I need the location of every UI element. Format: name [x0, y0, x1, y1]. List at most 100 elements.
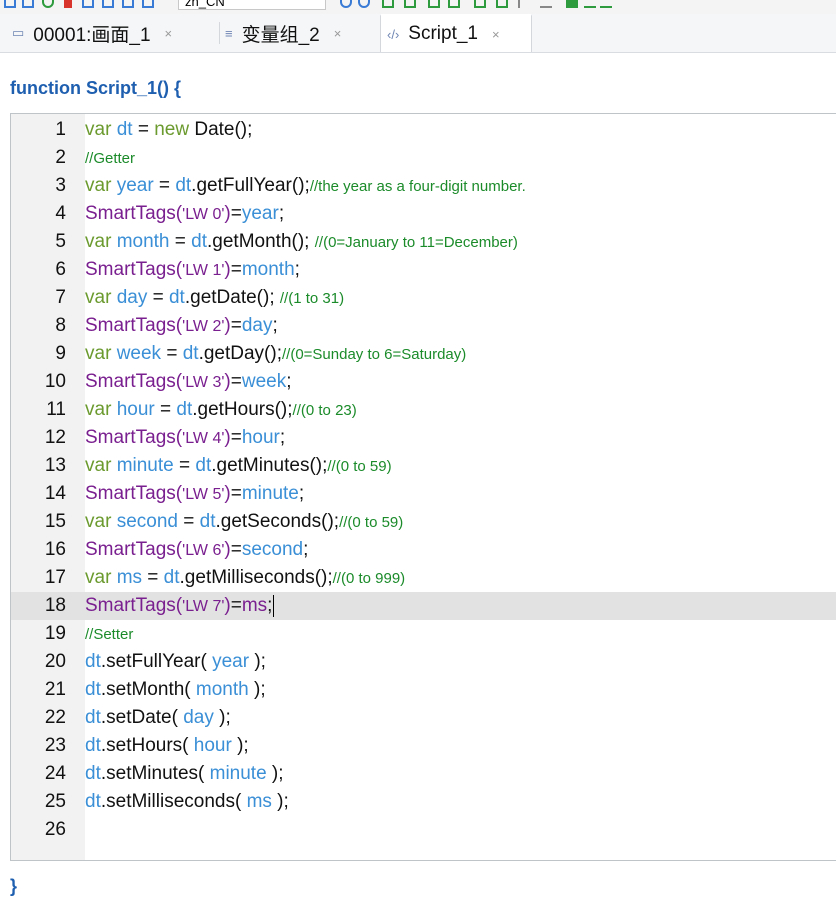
screen-icon[interactable] — [122, 0, 134, 8]
code-text[interactable]: //Setter — [85, 620, 133, 648]
code-text[interactable]: dt.setMilliseconds( ms ); — [85, 788, 289, 816]
text-caret — [273, 594, 275, 617]
code-line[interactable]: 15 var second = dt.getSeconds();//(0 to … — [11, 508, 836, 536]
code-line[interactable]: 9 var week = dt.getDay();//(0=Sunday to … — [11, 340, 836, 368]
bracket-icon[interactable] — [518, 0, 530, 8]
code-line[interactable]: 7 var day = dt.getDate(); //(1 to 31) — [11, 284, 836, 312]
find-icon[interactable] — [340, 0, 352, 8]
tab-tag-table-2[interactable]: ≡ 变量组_2 × — [225, 14, 380, 52]
refresh-icon[interactable] — [42, 0, 54, 8]
screen-icon[interactable] — [102, 0, 114, 8]
code-text[interactable]: //Getter — [85, 144, 135, 172]
dropdown-icon[interactable] — [584, 0, 596, 8]
code-text[interactable]: SmartTags('LW 3')=week; — [85, 368, 291, 396]
code-line[interactable]: 4 SmartTags('LW 0')=year; — [11, 200, 836, 228]
code-text[interactable]: var minute = dt.getMinutes();//(0 to 59) — [85, 452, 392, 480]
code-line[interactable]: 24 dt.setMinutes( minute ); — [11, 760, 836, 788]
code-text[interactable]: var hour = dt.getHours();//(0 to 23) — [85, 396, 357, 424]
delete-icon[interactable] — [64, 0, 72, 8]
find-replace-icon[interactable] — [358, 0, 370, 8]
grid-icon[interactable] — [448, 0, 460, 8]
code-comment: //the year as a four-digit number. — [309, 178, 526, 195]
line-number: 15 — [44, 511, 66, 532]
toolbar: zh_CN — [0, 0, 836, 14]
line-number: 4 — [55, 203, 66, 224]
grid-icon[interactable] — [474, 0, 486, 8]
code-line[interactable]: 17 var ms = dt.getMilliseconds();//(0 to… — [11, 564, 836, 592]
code-line[interactable]: 16 SmartTags('LW 6')=second; — [11, 536, 836, 564]
tab-label: 00001:画面_1 — [33, 24, 151, 46]
code-text[interactable]: var dt = new Date(); — [85, 116, 252, 144]
language-select[interactable]: zh_CN — [178, 0, 326, 10]
tag-string: 'LW 4' — [182, 430, 225, 447]
code-comment: //(0=Sunday to 6=Saturday) — [281, 346, 467, 363]
script-icon: ‹/› — [387, 26, 400, 42]
code-line[interactable]: 10 SmartTags('LW 3')=week; — [11, 368, 836, 396]
code-text[interactable]: SmartTags('LW 0')=year; — [85, 200, 284, 228]
code-line[interactable]: 26 — [11, 816, 836, 844]
code-text[interactable]: SmartTags('LW 4')=hour; — [85, 424, 285, 452]
grid-icon[interactable] — [428, 0, 440, 8]
code-line[interactable]: 1 var dt = new Date(); — [11, 116, 836, 144]
close-icon[interactable]: × — [492, 27, 500, 42]
screen-icon[interactable] — [142, 0, 154, 8]
code-line[interactable]: 23 dt.setHours( hour ); — [11, 732, 836, 760]
line-number: 12 — [44, 427, 66, 448]
line-number: 26 — [44, 819, 66, 840]
code-text[interactable]: var week = dt.getDay();//(0=Sunday to 6=… — [85, 340, 466, 368]
code-text[interactable]: dt.setDate( day ); — [85, 704, 231, 732]
code-text[interactable]: SmartTags('LW 6')=second; — [85, 536, 308, 564]
line-number: 13 — [44, 455, 66, 476]
line-number: 16 — [44, 539, 66, 560]
code-line[interactable]: 13 var minute = dt.getMinutes();//(0 to … — [11, 452, 836, 480]
code-text[interactable]: var year = dt.getFullYear();//the year a… — [85, 172, 526, 200]
code-text[interactable]: dt.setFullYear( year ); — [85, 648, 266, 676]
code-text[interactable]: var day = dt.getDate(); //(1 to 31) — [85, 284, 344, 312]
function-icon[interactable] — [540, 0, 552, 8]
line-number: 24 — [44, 763, 66, 784]
screen-icon: ▭ — [12, 25, 25, 40]
code-line[interactable]: 19 //Setter — [11, 620, 836, 648]
code-text[interactable]: dt.setMonth( month ); — [85, 676, 266, 704]
new-icon[interactable] — [4, 0, 16, 8]
grid-icon[interactable] — [496, 0, 508, 8]
code-editor[interactable]: 1 var dt = new Date(); 2 //Getter 3 var … — [10, 113, 836, 861]
run-icon[interactable] — [566, 0, 578, 8]
code-line[interactable]: 11 var hour = dt.getHours();//(0 to 23) — [11, 396, 836, 424]
code-text[interactable]: dt.setMinutes( minute ); — [85, 760, 284, 788]
code-line[interactable]: 5 var month = dt.getMonth(); //(0=Januar… — [11, 228, 836, 256]
line-number: 22 — [44, 707, 66, 728]
code-text[interactable]: var month = dt.getMonth(); //(0=January … — [85, 228, 518, 256]
down-arrow-icon[interactable] — [600, 0, 612, 8]
code-line[interactable]: 8 SmartTags('LW 2')=day; — [11, 312, 836, 340]
open-icon[interactable] — [22, 0, 34, 8]
check-icon[interactable] — [404, 0, 416, 8]
code-line[interactable]: 12 SmartTags('LW 4')=hour; — [11, 424, 836, 452]
code-text[interactable]: var ms = dt.getMilliseconds();//(0 to 99… — [85, 564, 405, 592]
code-line[interactable]: 22 dt.setDate( day ); — [11, 704, 836, 732]
code-line[interactable]: 3 var year = dt.getFullYear();//the year… — [11, 172, 836, 200]
code-text[interactable]: dt.setHours( hour ); — [85, 732, 249, 760]
code-text[interactable]: SmartTags('LW 2')=day; — [85, 312, 278, 340]
function-footer: } — [10, 876, 18, 896]
code-line[interactable]: 21 dt.setMonth( month ); — [11, 676, 836, 704]
line-number: 10 — [44, 371, 66, 392]
close-icon[interactable]: × — [165, 26, 173, 41]
compile-icon[interactable] — [382, 0, 394, 8]
close-icon[interactable]: × — [334, 26, 342, 41]
code-text[interactable]: SmartTags('LW 7')=ms; — [85, 592, 275, 620]
current-code-line[interactable]: 18 SmartTags('LW 7')=ms; — [11, 592, 836, 620]
code-text[interactable]: SmartTags('LW 5')=minute; — [85, 480, 304, 508]
code-line[interactable]: 14 SmartTags('LW 5')=minute; — [11, 480, 836, 508]
screen-icon[interactable] — [82, 0, 94, 8]
code-comment: //(0 to 23) — [292, 402, 357, 419]
tab-screen-1[interactable]: ▭ 00001:画面_1 × — [12, 14, 217, 52]
tab-script-1[interactable]: ‹/› Script_1 × — [380, 14, 532, 52]
code-line[interactable]: 2 //Getter — [11, 144, 836, 172]
code-line[interactable]: 20 dt.setFullYear( year ); — [11, 648, 836, 676]
code-line[interactable]: 6 SmartTags('LW 1')=month; — [11, 256, 836, 284]
code-text[interactable]: var second = dt.getSeconds();//(0 to 59) — [85, 508, 403, 536]
code-line[interactable]: 25 dt.setMilliseconds( ms ); — [11, 788, 836, 816]
code-text[interactable]: SmartTags('LW 1')=month; — [85, 256, 300, 284]
line-number: 9 — [55, 343, 66, 364]
